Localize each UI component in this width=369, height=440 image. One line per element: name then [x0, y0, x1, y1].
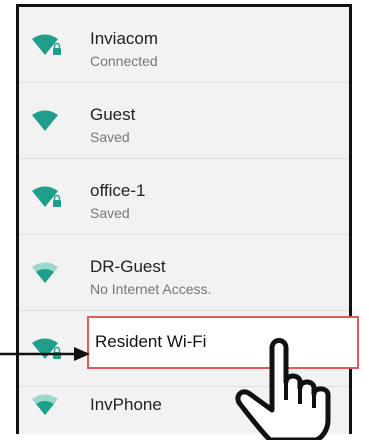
wifi-lock-icon — [32, 34, 61, 55]
network-status: Saved — [90, 205, 130, 221]
wifi-lock-icon — [32, 186, 61, 207]
arrow-icon — [0, 347, 90, 361]
wifi-icon — [32, 110, 58, 131]
network-status: No Internet Access. — [90, 281, 212, 297]
highlighted-network-name: Resident Wi-Fi — [95, 332, 207, 351]
network-status: Saved — [90, 129, 130, 145]
wifi-weak-signal-icon — [32, 394, 58, 415]
hand-cursor-icon — [235, 338, 331, 440]
network-status: Connected — [90, 53, 158, 69]
network-name: Inviacom — [90, 29, 159, 48]
network-row-inviacom[interactable]: Inviacom Connected — [19, 7, 349, 83]
network-name: office-1 — [90, 181, 146, 200]
network-name: InvPhone — [90, 395, 162, 414]
network-name: DR-Guest — [90, 257, 166, 276]
network-row-office-1[interactable]: office-1 Saved — [19, 159, 349, 235]
wifi-weak-signal-icon — [32, 262, 58, 283]
network-name: Guest — [90, 105, 136, 124]
network-row-dr-guest[interactable]: DR-Guest No Internet Access. — [19, 235, 349, 311]
network-row-guest[interactable]: Guest Saved — [19, 83, 349, 159]
